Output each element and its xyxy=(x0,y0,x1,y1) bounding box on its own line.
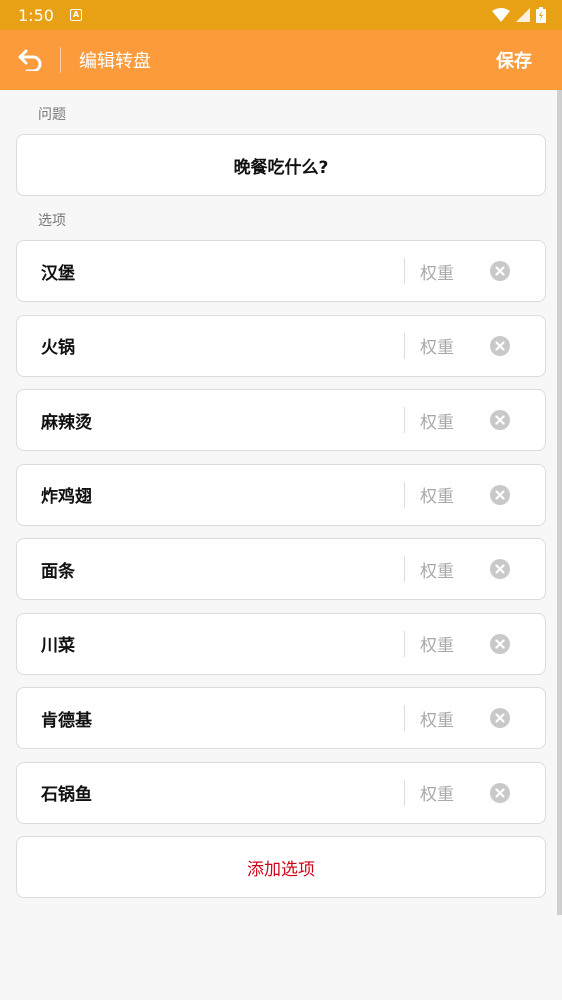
option-weight-input[interactable]: 权重 xyxy=(405,408,465,433)
close-circle-icon xyxy=(490,410,510,430)
remove-option-button[interactable] xyxy=(465,261,545,281)
battery-icon xyxy=(536,7,546,23)
remove-option-button[interactable] xyxy=(465,559,545,579)
option-name-input[interactable]: 石锅鱼 xyxy=(17,780,404,805)
option-row: 面条 权重 xyxy=(16,538,546,600)
close-circle-icon xyxy=(490,261,510,281)
option-weight-input[interactable]: 权重 xyxy=(405,482,465,507)
option-row: 川菜 权重 xyxy=(16,612,546,675)
page-title: 编辑转盘 xyxy=(79,51,151,72)
option-name-input[interactable]: 麻辣烫 xyxy=(17,408,404,433)
option-weight-input[interactable]: 权重 xyxy=(405,259,465,284)
option-weight-input[interactable]: 权重 xyxy=(405,333,465,358)
option-name-input[interactable]: 面条 xyxy=(17,557,404,582)
remove-option-button[interactable] xyxy=(465,708,545,728)
remove-option-button[interactable] xyxy=(465,410,545,430)
save-button[interactable]: 保存 xyxy=(496,47,532,73)
scrollbar[interactable] xyxy=(557,90,562,915)
remove-option-button[interactable] xyxy=(465,782,545,803)
option-name-input[interactable]: 汉堡 xyxy=(17,259,404,284)
close-circle-icon xyxy=(490,335,510,356)
option-name-input[interactable]: 炸鸡翅 xyxy=(17,482,404,507)
option-weight-input[interactable]: 权重 xyxy=(405,780,465,805)
option-row: 炸鸡翅 权重 xyxy=(16,463,546,526)
option-row: 石锅鱼 权重 xyxy=(16,761,546,824)
close-circle-icon xyxy=(490,782,510,803)
status-time: 1:50 xyxy=(18,5,54,25)
close-circle-icon xyxy=(490,708,510,728)
option-row: 麻辣烫 权重 xyxy=(16,389,546,451)
option-row: 火锅 权重 xyxy=(16,314,546,377)
back-arrow-icon xyxy=(18,49,42,71)
option-weight-input[interactable]: 权重 xyxy=(405,631,465,656)
remove-option-button[interactable] xyxy=(465,335,545,356)
app-bar: 编辑转盘 保存 xyxy=(0,30,562,90)
close-circle-icon xyxy=(490,633,510,654)
option-weight-input[interactable]: 权重 xyxy=(405,706,465,731)
add-option-button[interactable]: 添加选项 xyxy=(16,836,546,898)
app-bar-divider xyxy=(60,47,61,73)
close-circle-icon xyxy=(490,484,510,505)
option-name-input[interactable]: 肯德基 xyxy=(17,706,404,731)
option-row: 肯德基 权重 xyxy=(16,687,546,749)
back-button[interactable] xyxy=(16,45,46,75)
remove-option-button[interactable] xyxy=(465,484,545,505)
question-input[interactable]: 晚餐吃什么? xyxy=(16,134,546,196)
question-label: 问题 xyxy=(38,107,66,123)
option-row: 汉堡 权重 xyxy=(16,240,546,302)
close-circle-icon xyxy=(490,559,510,579)
content: 问题 晚餐吃什么? 选项 汉堡 权重 火锅 权重 麻辣烫 权重 炸鸡翅 权重 面条 权重 川菜 权重肯… xyxy=(0,90,562,1000)
options-list: 汉堡 权重 火锅 权重 麻辣烫 权重 炸鸡翅 权重 面条 权重 川菜 权重 肯德基 权重 石锅鱼 权重 xyxy=(0,240,562,824)
options-label: 选项 xyxy=(38,213,66,229)
option-name-input[interactable]: 火锅 xyxy=(17,333,404,358)
wifi-icon xyxy=(492,8,510,22)
remove-option-button[interactable] xyxy=(465,633,545,654)
notification-icon: A xyxy=(69,9,82,21)
status-bar: 1:50 A xyxy=(0,0,562,30)
option-name-input[interactable]: 川菜 xyxy=(17,631,404,656)
signal-icon xyxy=(516,8,530,22)
option-weight-input[interactable]: 权重 xyxy=(405,557,465,582)
